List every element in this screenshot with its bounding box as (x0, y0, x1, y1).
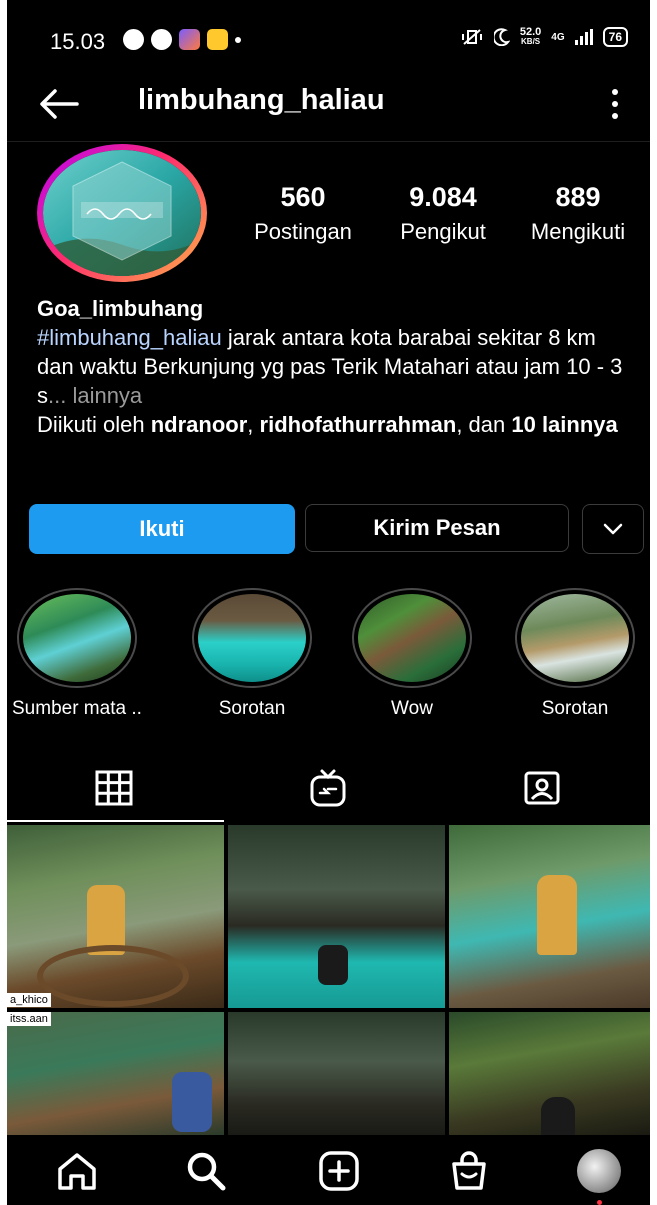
profile-username: limbuhang_haliau (138, 84, 385, 116)
followed-by-separator: , (247, 412, 260, 437)
highlight-cover-3 (358, 594, 466, 682)
vibrate-icon (461, 29, 482, 45)
message-app-icon (207, 29, 228, 50)
network-speed: 52.0 KB/S (519, 26, 542, 47)
following-label: Mengikuti (530, 219, 626, 244)
post-thumbnail[interactable]: a_khico (7, 825, 224, 1008)
posts-stat[interactable]: 560 Postingan (233, 182, 373, 245)
post-thumbnail[interactable]: itss.aan (7, 1012, 224, 1135)
shop-bag-icon (452, 1151, 486, 1190)
highlight-label: Sorotan (541, 698, 609, 719)
nav-create[interactable] (314, 1149, 364, 1193)
profile-stats: 560 Postingan 9.084 Pengikut 889 Mengiku… (233, 182, 643, 252)
bio-hashtag-link[interactable]: #limbuhang_haliau (37, 325, 222, 350)
message-button[interactable]: Kirim Pesan (305, 504, 569, 552)
posts-grid: a_khico itss.aan (7, 825, 650, 1135)
followed-by-and: , dan (456, 412, 512, 437)
avatar-image (43, 150, 201, 276)
bottom-navigation (7, 1137, 650, 1205)
followed-by-user-1: ndranoor (150, 412, 248, 437)
tab-posts-grid[interactable] (7, 754, 221, 822)
follow-button[interactable]: Ikuti (29, 504, 295, 554)
battery-level: 76 (602, 27, 628, 47)
more-notifications-dot (235, 36, 241, 43)
home-icon (58, 1153, 96, 1190)
more-options-icon[interactable] (610, 86, 620, 122)
network-type: 4G (551, 31, 565, 43)
highlight-ring (192, 588, 312, 688)
highlight-2[interactable]: Sorotan (187, 588, 317, 720)
suggested-accounts-button[interactable] (582, 504, 644, 554)
bio-more-link[interactable]: ... lainnya (48, 383, 142, 408)
tagged-person-icon (524, 771, 560, 805)
chevron-down-icon (603, 523, 623, 535)
profile-logo-icon (43, 150, 201, 276)
followers-stat[interactable]: 9.084 Pengikut (378, 182, 508, 245)
profile-bio: Goa_limbuhang #limbuhang_haliau jarak an… (37, 294, 637, 439)
highlight-label: Wow (391, 698, 433, 719)
nav-profile[interactable] (574, 1149, 624, 1205)
posts-label: Postingan (254, 219, 352, 244)
highlight-1[interactable]: Sumber mata ... (12, 588, 142, 720)
highlight-ring (352, 588, 472, 688)
status-bar: 15.03 52.0 KB/S 4G 76 (7, 0, 650, 80)
nav-home[interactable] (52, 1149, 102, 1193)
followers-label: Pengikut (400, 219, 486, 244)
nav-shop[interactable] (444, 1149, 494, 1193)
system-icons: 52.0 KB/S 4G 76 (460, 27, 628, 47)
followers-count: 9.084 (409, 182, 477, 212)
following-stat[interactable]: 889 Mengikuti (513, 182, 643, 245)
highlight-cover-4 (521, 594, 629, 682)
followed-by-user-2: ridhofathurrahman (259, 412, 457, 437)
profile-avatar-small (577, 1149, 621, 1205)
tagged-user-label: a_khico (7, 993, 51, 1007)
igtv-icon (310, 769, 346, 807)
posts-count: 560 (280, 182, 326, 212)
following-count: 889 (555, 182, 601, 212)
post-thumbnail[interactable] (449, 1012, 650, 1135)
bio-text: #limbuhang_haliau jarak antara kota bara… (37, 323, 637, 410)
status-time: 15.03 (50, 29, 106, 54)
highlight-cover-1 (23, 594, 131, 682)
active-tab-indicator (7, 820, 224, 822)
post-thumbnail[interactable] (228, 825, 445, 1008)
app-screen: 15.03 52.0 KB/S 4G 76 limbuhang_haliau 5… (7, 0, 650, 1205)
header-divider (7, 141, 650, 142)
back-arrow-icon[interactable] (37, 84, 81, 124)
followed-by-prefix: Diikuti oleh (37, 412, 151, 437)
profile-avatar[interactable] (37, 144, 207, 282)
followed-by-rest: 10 lainnya (511, 412, 618, 437)
line-icon (151, 29, 172, 50)
highlight-ring (515, 588, 635, 688)
add-post-icon (319, 1151, 359, 1191)
notification-dot (597, 1200, 602, 1205)
highlight-label: Sorotan (218, 698, 286, 719)
search-icon (187, 1152, 226, 1191)
signal-icon (574, 29, 593, 45)
notification-icons (123, 29, 241, 50)
nav-search[interactable] (181, 1149, 231, 1193)
app-notification-icon (179, 29, 200, 50)
tab-tagged[interactable] (435, 754, 649, 822)
followed-by[interactable]: Diikuti oleh ndranoor, ridhofathurrahman… (37, 410, 637, 439)
highlight-ring (17, 588, 137, 688)
highlight-label: Sumber mata ... (12, 698, 142, 719)
profile-tabs (7, 754, 650, 824)
profile-display-name: Goa_limbuhang (37, 296, 204, 321)
highlight-cover-2 (198, 594, 306, 682)
highlight-3[interactable]: Wow (347, 588, 477, 720)
grid-icon (95, 770, 133, 806)
profile-header-bar: limbuhang_haliau (7, 80, 650, 140)
highlight-4[interactable]: Sorotan (510, 588, 640, 720)
post-thumbnail[interactable] (228, 1012, 445, 1135)
tab-igtv[interactable] (221, 754, 435, 822)
post-thumbnail[interactable] (449, 825, 650, 1008)
moon-icon (493, 28, 510, 46)
spotify-icon (123, 29, 144, 50)
tagged-user-label: itss.aan (7, 1012, 51, 1026)
